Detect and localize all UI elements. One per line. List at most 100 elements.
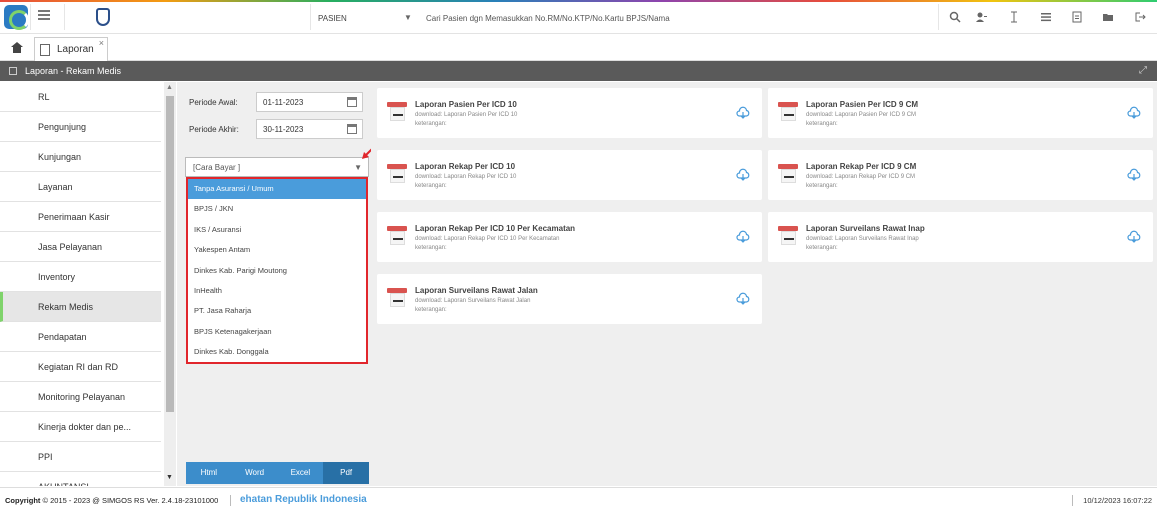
dropdown-option[interactable]: BPJS Ketenagakerjaan — [188, 322, 366, 342]
logout-icon[interactable] — [1134, 11, 1146, 23]
report-title: Laporan Rekap Per ICD 10 — [415, 162, 516, 171]
sidebar-item[interactable]: Pendapatan — [0, 322, 161, 352]
sidebar-item-label: Layanan — [38, 182, 73, 192]
pdf-file-icon — [778, 160, 798, 186]
dropdown-option-label: Dinkes Kab. Donggala — [194, 347, 269, 357]
pdf-line — [784, 176, 794, 178]
grid-icon — [9, 67, 17, 75]
sidebar-item[interactable]: RL — [0, 82, 161, 112]
dropdown-option[interactable]: Dinkes Kab. Donggala — [188, 342, 366, 362]
cloud-download-icon[interactable] — [1127, 106, 1141, 120]
dropdown-option[interactable]: BPJS / JKN — [188, 199, 366, 219]
report-card[interactable]: Laporan Surveilans Rawat Inap download: L… — [768, 212, 1153, 262]
sidebar-item[interactable]: Pengunjung — [0, 112, 161, 142]
report-note: keterangan: — [415, 121, 447, 127]
sidebar-item[interactable]: Kunjungan — [0, 142, 161, 172]
export-pdf-button[interactable]: Pdf — [323, 462, 369, 484]
report-download-text: download: Laporan Pasien Per ICD 9 CM — [806, 112, 917, 118]
color-strip — [0, 0, 1157, 2]
pdf-band — [387, 164, 407, 169]
report-card[interactable]: Laporan Rekap Per ICD 10 Per Kecamatan do… — [377, 212, 762, 262]
patient-type-select[interactable]: PASIEN — [318, 14, 347, 23]
sidebar-item[interactable]: Rekam Medis — [0, 292, 161, 322]
export-excel-button[interactable]: Excel — [277, 462, 324, 484]
dropdown-option[interactable]: Dinkes Kab. Parigi Moutong — [188, 261, 366, 281]
tab-label: Laporan — [57, 44, 94, 55]
expand-icon[interactable]: ⤢ — [1139, 65, 1147, 76]
report-download-text: download: Laporan Rekap Per ICD 9 CM — [806, 174, 916, 180]
chevron-down-icon[interactable]: ▼ — [354, 163, 362, 172]
export-buttons: Html Word Excel Pdf — [186, 462, 369, 484]
sidebar-item[interactable]: Monitoring Pelayanan — [0, 382, 161, 412]
report-card[interactable]: Laporan Pasien Per ICD 9 CM download: Lap… — [768, 88, 1153, 138]
scrollbar-thumb[interactable] — [166, 96, 174, 412]
patient-search-input[interactable]: Cari Pasien dgn Memasukkan No.RM/No.KTP/… — [426, 14, 670, 23]
app-logo-icon[interactable] — [4, 5, 29, 30]
pdf-line — [393, 300, 403, 302]
close-icon[interactable]: × — [99, 38, 104, 48]
divider — [64, 4, 65, 30]
start-date-field[interactable]: 01-11-2023 — [256, 92, 363, 112]
sidebar-item[interactable]: Inventory — [0, 262, 161, 292]
report-note: keterangan: — [415, 307, 447, 313]
start-date-label: Periode Awal: — [189, 98, 238, 107]
hamburger-menu-icon[interactable] — [38, 10, 50, 20]
payment-method-select[interactable]: [Cara Bayar ] ▼ — [185, 157, 369, 177]
chevron-down-icon[interactable]: ▼ — [404, 13, 412, 22]
dropdown-option[interactable]: IKS / Asuransi — [188, 220, 366, 240]
brand-logo-icon — [96, 8, 110, 26]
cloud-download-icon[interactable] — [736, 292, 750, 306]
user-icon[interactable] — [975, 11, 987, 23]
calendar-icon[interactable] — [347, 124, 357, 134]
report-download-text: download: Laporan Pasien Per ICD 10 — [415, 112, 518, 118]
report-note: keterangan: — [415, 245, 447, 251]
text-cursor-icon[interactable] — [1008, 11, 1020, 23]
end-date-label: Periode Akhir: — [189, 125, 239, 134]
sidebar-item[interactable]: Jasa Pelayanan — [0, 232, 161, 262]
pdf-file-icon — [387, 160, 407, 186]
report-card[interactable]: Laporan Rekap Per ICD 9 CM download: Lapo… — [768, 150, 1153, 200]
export-word-button[interactable]: Word — [231, 462, 278, 484]
export-html-button[interactable]: Html — [186, 462, 232, 484]
divider — [230, 495, 231, 506]
report-note: keterangan: — [415, 183, 447, 189]
dropdown-option[interactable]: InHealth — [188, 281, 366, 301]
tab-laporan[interactable]: Laporan × — [34, 37, 108, 61]
payment-method-value: [Cara Bayar ] — [193, 163, 241, 172]
dropdown-option-label: PT. Jasa Raharja — [194, 306, 252, 316]
dropdown-option[interactable]: Tanpa Asuransi / Umum — [188, 179, 366, 199]
list-icon[interactable] — [1040, 11, 1052, 23]
report-card[interactable]: Laporan Surveilans Rawat Jalan download: … — [377, 274, 762, 324]
sidebar-item[interactable]: Kegiatan RI dan RD — [0, 352, 161, 382]
sidebar-item-label: Monitoring Pelayanan — [38, 392, 126, 402]
cloud-download-icon[interactable] — [1127, 168, 1141, 182]
cloud-download-icon[interactable] — [736, 230, 750, 244]
folder-icon[interactable] — [1102, 11, 1114, 23]
report-title: Laporan Rekap Per ICD 10 Per Kecamatan — [415, 224, 576, 233]
pdf-band — [387, 102, 407, 107]
sidebar-item[interactable]: Kinerja dokter dan pe... — [0, 412, 161, 442]
report-card[interactable]: Laporan Rekap Per ICD 10 download: Lapora… — [377, 150, 762, 200]
sidebar-item[interactable]: AKUNTANSI — [0, 472, 161, 486]
start-date-value: 01-11-2023 — [263, 98, 304, 107]
sidebar-item-label: Rekam Medis — [38, 302, 94, 312]
cloud-download-icon[interactable] — [1127, 230, 1141, 244]
sidebar-item[interactable]: PPI — [0, 442, 161, 472]
home-icon[interactable] — [11, 42, 23, 53]
sidebar-item[interactable]: Penerimaan Kasir — [0, 202, 161, 232]
end-date-field[interactable]: 30-11-2023 — [256, 119, 363, 139]
report-card[interactable]: Laporan Pasien Per ICD 10 download: Lapor… — [377, 88, 762, 138]
pdf-file-icon — [778, 222, 798, 248]
dropdown-option[interactable]: Yakespen Antam — [188, 240, 366, 260]
cloud-download-icon[interactable] — [736, 106, 750, 120]
ministry-name: ehatan Republik Indonesia — [240, 494, 367, 505]
report-title: Laporan Surveilans Rawat Jalan — [415, 286, 538, 295]
dropdown-option[interactable]: PT. Jasa Raharja — [188, 301, 366, 321]
scroll-down-icon[interactable]: ▼ — [166, 474, 173, 481]
scroll-up-icon[interactable]: ▲ — [166, 84, 173, 91]
sidebar-item[interactable]: Layanan — [0, 172, 161, 202]
cloud-download-icon[interactable] — [736, 168, 750, 182]
calendar-icon[interactable] — [347, 97, 357, 107]
document-icon[interactable] — [1071, 11, 1083, 23]
search-icon[interactable] — [949, 11, 961, 23]
